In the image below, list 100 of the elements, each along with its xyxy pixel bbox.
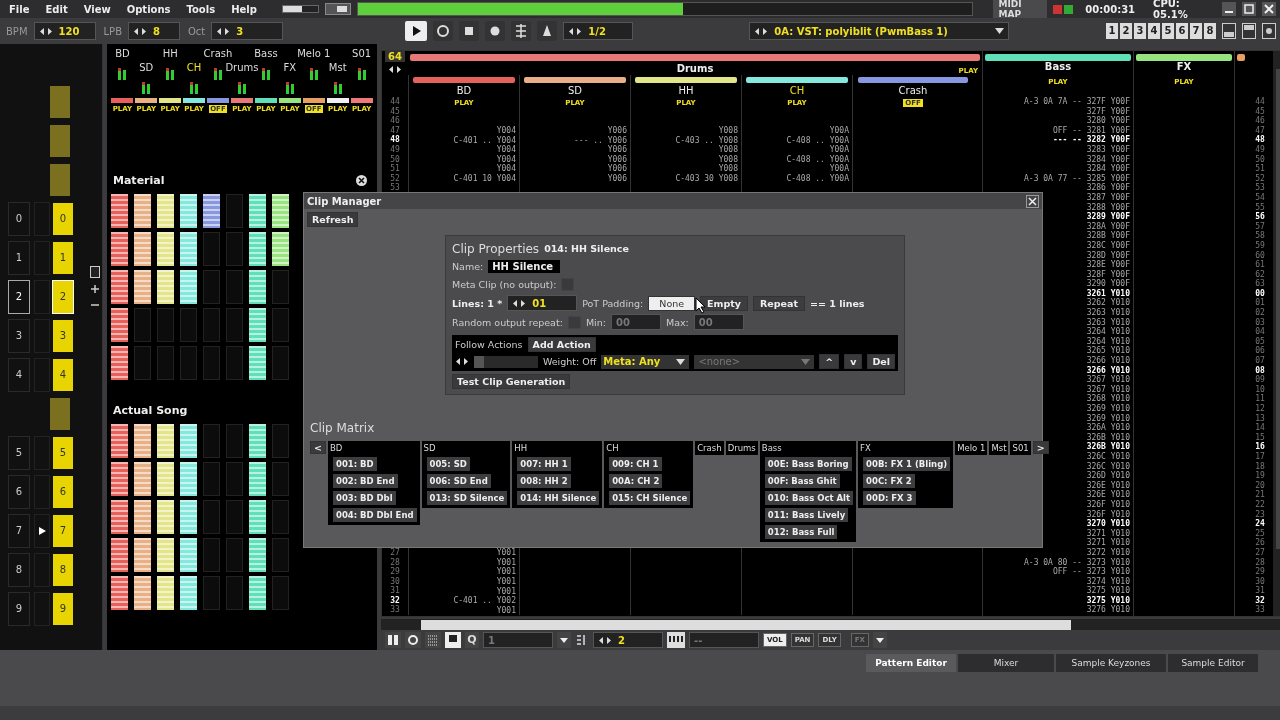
next-button[interactable]: > (1032, 441, 1049, 454)
tab[interactable]: Pattern Editor (866, 654, 956, 672)
track-name[interactable]: Mst (328, 62, 347, 76)
pattern-slot[interactable]: 1 (53, 241, 73, 274)
refresh-button[interactable]: Refresh (307, 212, 359, 227)
instrument-selector[interactable]: 0A: VST: polyiblit (PwmBass 1) (749, 22, 1010, 40)
sequence-number[interactable]: 7 (8, 513, 30, 548)
track-name[interactable]: FX (283, 62, 297, 76)
quantize-field[interactable]: 1 (483, 632, 553, 649)
pattern-slot[interactable]: 7 (53, 514, 73, 547)
menu-item[interactable]: View (78, 3, 116, 15)
track-name[interactable]: SD (567, 85, 583, 96)
track-name[interactable]: Crash (898, 85, 928, 96)
menu-item[interactable]: Tools (181, 3, 221, 15)
padding-option[interactable]: Empty (700, 295, 748, 311)
clip-button[interactable]: 011: Bass Lively (764, 508, 849, 522)
pattern-slot[interactable]: 6 (53, 475, 73, 508)
sequence-number[interactable]: 1 (8, 240, 30, 275)
lines-field[interactable]: 01 (507, 295, 578, 311)
midi-map-button[interactable]: MIDI MAP (992, 0, 1048, 20)
value-spinner[interactable]: 3 (211, 22, 284, 40)
previous-button[interactable]: < (310, 441, 326, 454)
quantize-button[interactable]: Q (465, 632, 479, 649)
pattern-slot[interactable]: 5 (53, 436, 73, 469)
value-spinner[interactable]: 1/2 (563, 22, 634, 40)
clip-button[interactable]: 003: BD Dbl (332, 491, 396, 505)
clip-button[interactable]: 00F: Bass Ghit (764, 474, 840, 488)
value-spinner[interactable]: 120 (33, 22, 96, 40)
track-button[interactable]: 5 (1162, 23, 1174, 39)
track-name[interactable]: Bass (254, 48, 278, 62)
sequence-number[interactable]: 8 (8, 552, 30, 587)
sequence-number[interactable]: 5 (8, 435, 30, 470)
clip-button[interactable]: 00C: FX 2 (863, 474, 915, 488)
clip-button[interactable]: 00D: FX 3 (863, 491, 916, 505)
track-name[interactable]: CH (186, 62, 202, 76)
clip-button[interactable]: 001: BD (332, 457, 377, 471)
column-title[interactable]: Crash (695, 441, 724, 455)
move-up-button[interactable]: ^ (819, 354, 840, 369)
track-name[interactable]: Drums (225, 62, 259, 76)
clip-button[interactable]: 012: Bass Full (764, 525, 838, 539)
track-button[interactable]: 6 (1176, 23, 1188, 39)
meta-dropdown[interactable]: Meta: Any (601, 354, 690, 369)
clip-button[interactable]: 014: HH Silence (517, 491, 600, 505)
track-name[interactable]: Bass (983, 61, 1133, 75)
column-title[interactable]: Mst (989, 441, 1009, 455)
sequence-number[interactable]: 3 (8, 318, 30, 353)
track-button[interactable]: 4 (1148, 23, 1160, 39)
padding-option[interactable]: None (648, 295, 696, 311)
tab[interactable]: Sample Keyzones (1056, 654, 1166, 672)
clip-button[interactable]: 005: SD (426, 457, 470, 471)
track-name[interactable]: Crash (203, 48, 233, 62)
menu-item[interactable]: File (4, 3, 35, 15)
track-name[interactable]: Melo 1 (297, 48, 331, 62)
keyboard-field[interactable]: -- (689, 632, 759, 649)
value-spinner[interactable]: 8 (128, 22, 180, 40)
min-field[interactable]: 00 (610, 314, 661, 330)
track-name[interactable]: FX (1134, 61, 1234, 75)
track-button[interactable]: 2 (1120, 23, 1132, 39)
menu-item[interactable]: Options (121, 3, 176, 15)
track-name[interactable]: S01 (352, 48, 372, 62)
padding-option[interactable]: Repeat (753, 295, 805, 311)
clip-button[interactable]: 006: SD End (426, 474, 491, 488)
sequence-number[interactable]: 2 (8, 279, 30, 314)
sequence-number[interactable]: 0 (8, 201, 30, 236)
clip-button[interactable]: 010: Bass Oct Alt (764, 491, 854, 505)
clip-button[interactable]: 007: HH 1 (517, 457, 571, 471)
name-field[interactable]: HH Silence (488, 260, 561, 273)
column-title[interactable]: Drums (725, 441, 758, 455)
column-title[interactable]: S01 (1010, 441, 1031, 455)
menu-item[interactable]: Edit (40, 3, 73, 15)
pattern-slot[interactable]: 0 (53, 202, 73, 235)
pattern-slot[interactable]: 4 (53, 358, 73, 391)
pattern-slot[interactable]: 9 (53, 592, 73, 625)
pattern-slot[interactable]: 8 (53, 553, 73, 586)
tab[interactable]: Mixer (958, 654, 1054, 672)
track-name[interactable]: SD (139, 62, 154, 76)
track-name[interactable]: CH (789, 85, 805, 96)
clip-button[interactable]: 013: SD Silence (426, 491, 508, 505)
move-down-button[interactable]: v (844, 354, 863, 369)
clip-button[interactable]: 015: CH Silence (609, 491, 691, 505)
sequence-number[interactable]: 6 (8, 474, 30, 509)
sequence-number[interactable]: 4 (8, 357, 30, 392)
track-name[interactable]: HH (162, 48, 178, 62)
clip-button[interactable]: 00A: CH 2 (609, 474, 663, 488)
pattern-slot[interactable]: 3 (53, 319, 73, 352)
menu-item[interactable]: Help (226, 3, 262, 15)
track-button[interactable]: 3 (1134, 23, 1146, 39)
test-clip-button[interactable]: Test Clip Generation (452, 374, 571, 389)
track-name[interactable]: BD (456, 85, 472, 96)
clip-button[interactable]: 002: BD End (332, 474, 398, 488)
track-name[interactable]: BD (115, 48, 130, 62)
track-name[interactable]: HH (678, 85, 694, 96)
tab[interactable]: Sample Editor (1168, 654, 1258, 672)
pattern-slot[interactable]: 2 (53, 280, 73, 313)
delete-button[interactable]: Del (867, 354, 895, 369)
max-field[interactable]: 00 (693, 314, 744, 330)
clip-button[interactable]: 009: CH 1 (609, 457, 662, 471)
track-button[interactable]: 7 (1190, 23, 1202, 39)
sequence-number[interactable]: 9 (8, 591, 30, 626)
track-button[interactable]: 1 (1106, 23, 1118, 39)
